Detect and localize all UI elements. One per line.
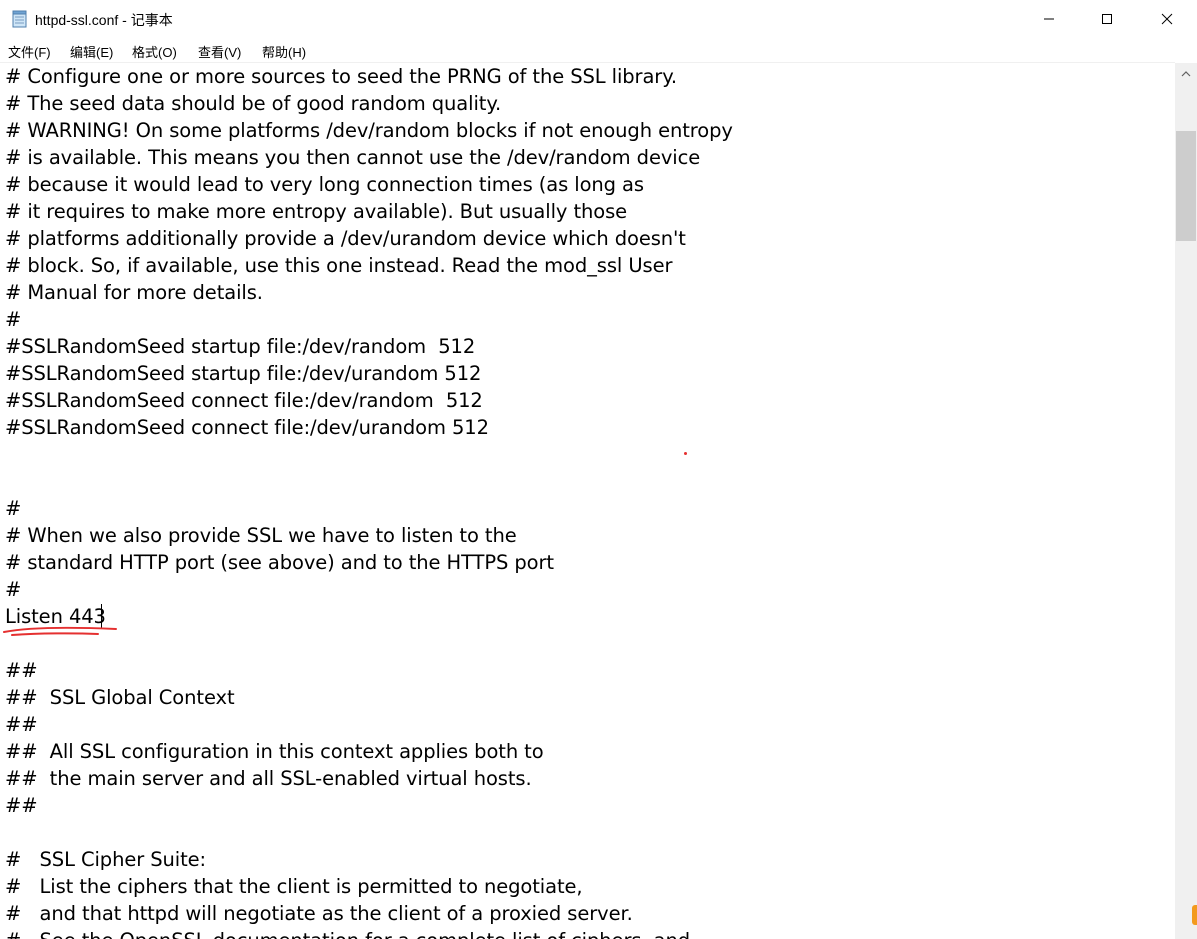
- text-line: # Manual for more details.: [5, 281, 263, 304]
- text-line: ## the main server and all SSL-enabled v…: [5, 767, 532, 790]
- text-line: # block. So, if available, use this one …: [5, 254, 673, 277]
- taskbar-peek-icon: [1192, 905, 1197, 925]
- text-line: # SSL Cipher Suite:: [5, 848, 207, 871]
- close-button[interactable]: [1137, 0, 1197, 38]
- menu-view[interactable]: 查看(V): [198, 42, 241, 61]
- text-line: ##: [5, 713, 38, 736]
- text-line: ## All SSL configuration in this context…: [5, 740, 544, 763]
- text-editor[interactable]: # Configure one or more sources to seed …: [0, 63, 1175, 939]
- close-icon: [1161, 13, 1173, 25]
- text-line: # List the ciphers that the client is pe…: [5, 875, 583, 898]
- text-line: #SSLRandomSeed startup file:/dev/urandom…: [5, 362, 482, 385]
- text-line: ##: [5, 659, 38, 682]
- chevron-up-icon: [1181, 71, 1191, 77]
- text-line: #: [5, 308, 22, 331]
- text-line: #SSLRandomSeed connect file:/dev/random …: [5, 389, 483, 412]
- scroll-thumb[interactable]: [1176, 131, 1196, 241]
- text-line: ##: [5, 794, 38, 817]
- menu-format[interactable]: 格式(O): [132, 42, 177, 61]
- text-line: # and that httpd will negotiate as the c…: [5, 902, 633, 925]
- scroll-up-button[interactable]: [1175, 63, 1197, 85]
- text-line: # because it would lead to very long con…: [5, 173, 644, 196]
- window-title: httpd-ssl.conf - 记事本: [35, 12, 173, 28]
- text-line: # Configure one or more sources to seed …: [5, 65, 677, 88]
- text-line: #: [5, 497, 22, 520]
- maximize-button[interactable]: [1078, 0, 1136, 38]
- annotation-dot: [684, 452, 687, 455]
- text-line: #: [5, 578, 22, 601]
- menu-bar: 文件(F) 编辑(E) 格式(O) 查看(V) 帮助(H): [0, 38, 1197, 62]
- minimize-icon: [1044, 18, 1054, 20]
- menu-help[interactable]: 帮助(H): [262, 42, 306, 61]
- minimize-button[interactable]: [1020, 0, 1078, 38]
- maximize-icon: [1102, 14, 1112, 24]
- menu-file[interactable]: 文件(F): [8, 42, 51, 61]
- text-line: # See the OpenSSL documentation for a co…: [5, 927, 690, 939]
- text-line: #SSLRandomSeed connect file:/dev/urandom…: [5, 416, 489, 439]
- text-line: # it requires to make more entropy avail…: [5, 200, 628, 223]
- vertical-scrollbar[interactable]: [1175, 63, 1197, 939]
- text-line: # The seed data should be of good random…: [5, 92, 502, 115]
- title-bar[interactable]: httpd-ssl.conf - 记事本: [0, 0, 1197, 38]
- text-line: ## SSL Global Context: [5, 686, 235, 709]
- text-line: #SSLRandomSeed startup file:/dev/random …: [5, 335, 476, 358]
- text-line: # WARNING! On some platforms /dev/random…: [5, 119, 733, 142]
- text-line: # platforms additionally provide a /dev/…: [5, 227, 686, 250]
- text-line: # When we also provide SSL we have to li…: [5, 524, 517, 547]
- annotation-underline: [3, 626, 117, 636]
- menu-edit[interactable]: 编辑(E): [70, 42, 113, 61]
- text-line: # is available. This means you then cann…: [5, 146, 701, 169]
- notepad-icon: [12, 10, 28, 28]
- text-line: # standard HTTP port (see above) and to …: [5, 551, 554, 574]
